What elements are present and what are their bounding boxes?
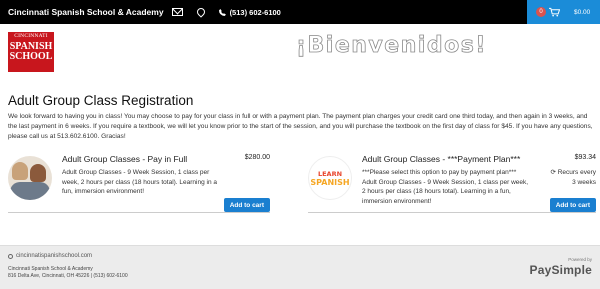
divider — [8, 212, 270, 213]
divider — [308, 212, 596, 213]
school-name[interactable]: Cincinnati Spanish School & Academy — [8, 7, 164, 17]
product-price: $93.34 — [574, 154, 596, 161]
product-thumbnail[interactable]: LEARN SPANISH — [308, 156, 352, 200]
product-card-pay-in-full: Adult Group Classes - Pay in Full $280.0… — [8, 154, 270, 218]
footer-site-link[interactable]: cincinnatispanishschool.com — [8, 253, 92, 259]
phone-icon — [218, 8, 226, 16]
mail-icon[interactable] — [171, 8, 183, 16]
phone-number: (513) 602-6100 — [229, 7, 281, 17]
page-title: Adult Group Class Registration — [8, 93, 194, 108]
cart-count-badge: 0 — [536, 7, 546, 17]
cart-icon — [549, 7, 560, 17]
product-description: ***Please select this option to pay by p… — [362, 169, 529, 205]
cart-total: $0.00 — [574, 8, 591, 16]
intro-text: We look forward to having you in class! … — [8, 113, 593, 140]
recurrence-info: ⟳ Recurs every 3 weeks — [546, 168, 596, 187]
product-card-payment-plan: LEARN SPANISH Adult Group Classes - ***P… — [308, 154, 596, 218]
powered-by-label: Powered by — [568, 257, 592, 262]
footer-site-text: cincinnatispanishschool.com — [16, 253, 93, 259]
logo-line-1: CINCINNATI — [14, 33, 48, 39]
location-pin-icon[interactable] — [194, 6, 207, 18]
top-bar: Cincinnati Spanish School & Academy (513… — [0, 0, 600, 24]
product-price: $280.00 — [244, 154, 270, 161]
footer-address-line-1: Cincinnati Spanish School & Academy — [8, 266, 93, 272]
thumb-text-learn: LEARN — [317, 169, 343, 178]
footer: cincinnatispanishschool.com Cincinnati S… — [0, 245, 600, 289]
footer-address: Cincinnati Spanish School & Academy 816 … — [8, 266, 128, 280]
paysimple-logo[interactable]: PaySimple — [530, 263, 593, 277]
thumb-text-spanish: SPANISH — [310, 177, 350, 187]
cart-bar[interactable]: 0 $0.00 — [527, 0, 600, 24]
product-description: Adult Group Classes - 9 Week Session, 1 … — [62, 169, 218, 195]
welcome-banner: ¡Bienvenidos! — [296, 33, 487, 59]
phone-link[interactable]: (513) 602-6100 — [218, 7, 281, 17]
globe-icon — [8, 253, 13, 259]
recurrence-text: Recurs every 3 weeks — [557, 169, 596, 186]
shoulders-shape — [10, 182, 50, 200]
product-title[interactable]: Adult Group Classes - Pay in Full — [62, 154, 187, 164]
footer-address-line-2: 816 Delta Ave, Cincinnati, OH 45226 | (5… — [8, 273, 128, 279]
product-thumbnail[interactable] — [8, 156, 52, 200]
school-logo[interactable]: CINCINNATI SPANISH SCHOOL — [8, 32, 54, 72]
person-icon — [12, 162, 28, 180]
logo-line-3: SCHOOL — [9, 50, 53, 62]
add-to-cart-button[interactable]: Add to cart — [223, 198, 270, 212]
logo-line-2: SPANISH — [9, 40, 53, 52]
add-to-cart-button[interactable]: Add to cart — [549, 198, 596, 212]
product-title[interactable]: Adult Group Classes - ***Payment Plan*** — [362, 154, 520, 164]
person-icon — [30, 164, 46, 182]
refresh-icon: ⟳ — [550, 169, 558, 176]
